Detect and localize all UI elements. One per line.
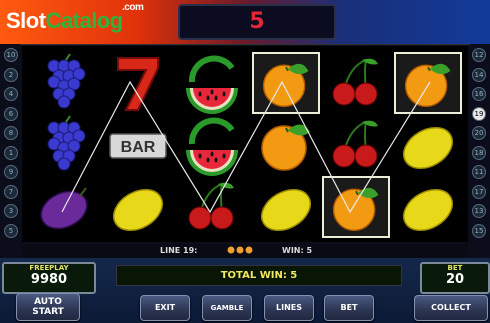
lemon-symbol	[394, 114, 462, 176]
cherries-icon	[188, 182, 234, 230]
line-indicator-2: 2	[4, 67, 18, 82]
line-indicator-20: 20	[472, 126, 486, 140]
watermelon-symbol	[178, 114, 246, 176]
plum-icon	[40, 187, 88, 230]
line-indicator-18: 18	[472, 145, 486, 160]
seven-symbol	[104, 52, 172, 114]
orange-symbol	[252, 114, 320, 176]
line-indicator-7: 7	[4, 184, 18, 199]
orange-symbol	[322, 176, 390, 238]
line-indicator-6: 6	[4, 106, 18, 121]
line-indicator-15: 15	[472, 223, 486, 238]
cherries-symbol	[322, 52, 390, 114]
lemon-icon	[261, 188, 311, 232]
line-win-info: WIN: 5	[282, 246, 313, 255]
lemon-icon	[113, 188, 163, 232]
line-indicator-17: 17	[472, 184, 486, 199]
logo-text-catalog: Catalog	[45, 8, 124, 33]
slotcatalog-logo: SlotCatalog .com	[6, 2, 144, 34]
coin-icons	[226, 245, 266, 257]
auto-start-label-1: AUTO	[34, 297, 62, 307]
lemon-icon	[403, 126, 453, 170]
line-indicator-19: 19	[472, 106, 486, 121]
bet-button[interactable]: BET	[324, 295, 374, 321]
line-indicator-8: 8	[4, 126, 18, 140]
orange-symbol	[394, 52, 462, 114]
grapes-symbol	[30, 52, 98, 114]
logo-suffix: .com	[122, 2, 144, 13]
lemon-symbol	[104, 176, 172, 238]
watermelon-icon	[186, 55, 238, 114]
orange-icon	[262, 63, 309, 108]
plum-symbol	[30, 176, 98, 238]
freeplay-value: 9980	[30, 272, 68, 287]
line-indicator-4: 4	[4, 87, 18, 101]
line-indicator-12: 12	[472, 48, 486, 62]
cherries-symbol	[178, 176, 246, 238]
grapes-symbol	[30, 114, 98, 176]
bet-box: BET 20	[420, 262, 490, 294]
collect-button[interactable]: COLLECT	[414, 295, 488, 321]
orange-icon	[404, 63, 451, 108]
line-indicator-13: 13	[472, 204, 486, 218]
bar-icon: BAR	[109, 133, 167, 159]
watermelon-symbol	[178, 52, 246, 114]
bar-symbol: BAR	[104, 114, 172, 176]
lemon-icon	[403, 188, 453, 232]
line-indicator-11: 11	[472, 165, 486, 179]
line-indicator-10: 10	[4, 48, 18, 62]
auto-start-label-2: START	[32, 307, 64, 317]
win-display: 5	[178, 4, 336, 40]
line-indicator-14: 14	[472, 67, 486, 82]
line-info: LINE 19:	[160, 246, 198, 255]
bet-value: 20	[445, 272, 465, 287]
orange-icon	[332, 187, 379, 232]
freeplay-box: FREEPLAY 9980	[2, 262, 96, 294]
top-banner: SlotCatalog .com 5	[0, 0, 490, 44]
cherries-symbol	[322, 114, 390, 176]
reels-area: BAR	[22, 46, 468, 242]
logo-text-slot: Slot	[6, 8, 46, 33]
lemon-symbol	[394, 176, 462, 238]
total-win-display: TOTAL WIN: 5	[116, 265, 402, 286]
line-indicator-9: 9	[4, 165, 18, 179]
line-indicator-1: 1	[4, 145, 18, 160]
orange-icon	[261, 124, 310, 171]
lines-button[interactable]: LINES	[264, 295, 314, 321]
line-indicator-3: 3	[4, 204, 18, 218]
cherries-icon	[332, 58, 378, 106]
cherries-icon	[332, 120, 378, 168]
line-indicator-5: 5	[4, 223, 18, 238]
grapes-icon	[47, 115, 86, 171]
svg-text:BAR: BAR	[121, 139, 156, 156]
info-bar: LINE 19: WIN: 5	[22, 244, 468, 258]
watermelon-icon	[186, 117, 238, 176]
auto-start-button[interactable]: AUTO START	[16, 293, 80, 321]
lemon-symbol	[252, 176, 320, 238]
seven-icon	[117, 57, 159, 111]
gamble-button[interactable]: GAMBLE	[202, 295, 252, 321]
line-indicator-16: 16	[472, 87, 486, 101]
grapes-icon	[47, 53, 86, 109]
orange-symbol	[252, 52, 320, 114]
exit-button[interactable]: EXIT	[140, 295, 190, 321]
